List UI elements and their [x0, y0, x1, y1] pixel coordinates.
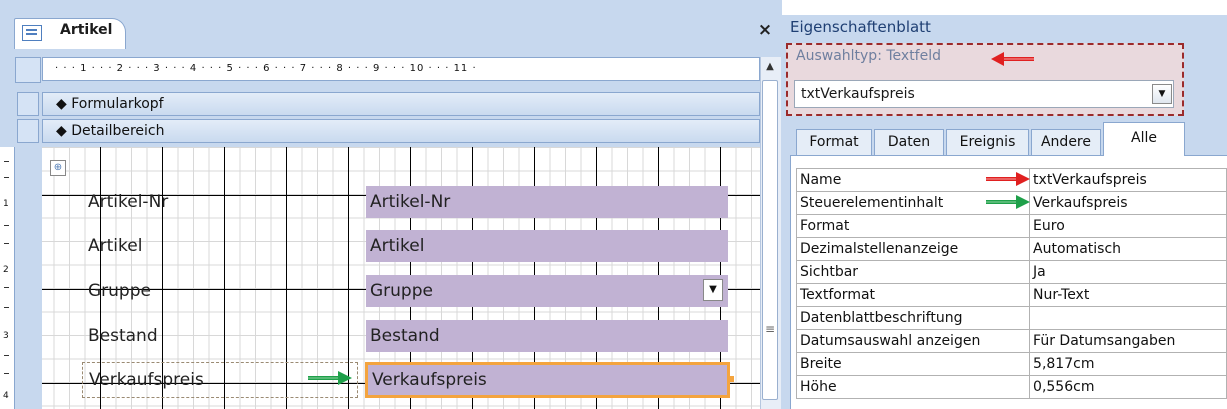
property-value[interactable]: Ja — [1029, 260, 1227, 284]
property-row[interactable]: Textformat Nur-Text — [795, 283, 1227, 307]
section-bar-detailbereich[interactable]: ◆ Detailbereich — [42, 119, 760, 143]
vruler-mark-4: 4 — [3, 391, 9, 401]
vruler-mark-1: 1 — [3, 199, 9, 209]
object-selector-combo[interactable]: txtVerkaufspreis — [794, 80, 1174, 108]
property-value[interactable]: Verkaufspreis — [1029, 191, 1227, 215]
property-value[interactable]: Nur-Text — [1029, 283, 1227, 307]
tab-ereignis[interactable]: Ereignis — [946, 129, 1029, 155]
red-annotation-arrow-icon — [986, 172, 1030, 186]
tab-format[interactable]: Format — [796, 129, 872, 155]
property-row[interactable]: Dezimalstellenanzeige Automatisch — [795, 237, 1227, 261]
form-icon — [22, 25, 42, 41]
scroll-up-arrow-icon[interactable]: ▲ — [760, 57, 780, 77]
selection-type-label: Auswahltyp: Textfeld — [796, 48, 941, 64]
property-value[interactable]: Für Datumsangaben — [1029, 329, 1227, 353]
property-row[interactable]: Breite 5,817cm — [795, 352, 1227, 376]
property-key: Sichtbar — [795, 260, 1031, 284]
property-row[interactable]: Format Euro — [795, 214, 1227, 238]
vruler-mark-2: 2 — [3, 265, 9, 275]
label-artikel[interactable]: Artikel — [88, 230, 142, 262]
section-marker-icon: ◆ — [56, 96, 67, 112]
property-value[interactable]: Automatisch — [1029, 237, 1227, 261]
scrollbar-thumb[interactable] — [762, 80, 778, 400]
property-key: Format — [795, 214, 1031, 238]
property-value[interactable] — [1029, 306, 1227, 330]
textbox-artikel[interactable]: Artikel — [366, 230, 728, 262]
label-artikel-nr[interactable]: Artikel-Nr — [88, 186, 168, 218]
property-row[interactable]: Datenblattbeschriftung — [795, 306, 1227, 330]
tab-daten[interactable]: Daten — [874, 129, 944, 155]
scroll-grip-icon: ≡ — [765, 322, 776, 336]
property-value[interactable]: Euro — [1029, 214, 1227, 238]
green-annotation-arrow-icon — [308, 371, 352, 385]
textbox-artikel-nr[interactable]: Artikel-Nr — [366, 186, 728, 218]
vertical-ruler[interactable]: 1 2 3 4 — [0, 147, 15, 409]
property-sheet-title: Eigenschaftenblatt — [790, 18, 931, 36]
section-selector-detail[interactable] — [17, 119, 39, 143]
move-handle-icon[interactable]: ⊕ — [50, 160, 66, 176]
section-label-header: Formularkopf — [71, 96, 164, 112]
textbox-bestand[interactable]: Bestand — [366, 320, 728, 352]
gruppe-dropdown-arrow-icon[interactable]: ▼ — [703, 279, 723, 301]
close-form-button[interactable]: × — [754, 18, 776, 42]
form-tab-title: Artikel — [60, 22, 113, 38]
property-key: Datumsauswahl anzeigen — [795, 329, 1031, 353]
property-key: Dezimalstellenanzeige — [795, 237, 1031, 261]
property-key: Datenblattbeschriftung — [795, 306, 1031, 330]
form-selector-box[interactable] — [15, 57, 41, 83]
property-row[interactable]: Sichtbar Ja — [795, 260, 1227, 284]
property-value[interactable]: 0,556cm — [1029, 375, 1227, 399]
vruler-mark-3: 3 — [3, 331, 9, 341]
green-annotation-arrow-icon — [986, 195, 1030, 209]
label-bestand[interactable]: Bestand — [88, 320, 158, 352]
property-row[interactable]: Höhe 0,556cm — [795, 375, 1227, 399]
combobox-gruppe[interactable]: Gruppe — [366, 275, 728, 307]
section-bar-formularkopf[interactable]: ◆ Formularkopf — [42, 92, 760, 116]
property-row[interactable]: Datumsauswahl anzeigen Für Datumsangaben — [795, 329, 1227, 353]
property-key: Textformat — [795, 283, 1031, 307]
horizontal-ruler[interactable]: · · · 1 · · · 2 · · · 3 · · · 4 · · · 5 … — [42, 57, 760, 81]
property-key: Höhe — [795, 375, 1031, 399]
tab-andere[interactable]: Andere — [1031, 129, 1101, 155]
red-annotation-arrow-icon — [991, 52, 1034, 66]
property-key: Breite — [795, 352, 1031, 376]
property-value[interactable]: txtVerkaufspreis — [1029, 168, 1227, 192]
object-dropdown-arrow-icon[interactable]: ▼ — [1152, 84, 1172, 104]
resize-handle[interactable] — [728, 376, 734, 382]
section-label-detail: Detailbereich — [71, 123, 165, 139]
property-value[interactable]: 5,817cm — [1029, 352, 1227, 376]
textbox-verkaufspreis-selected[interactable]: Verkaufspreis — [365, 362, 730, 398]
tab-alle-active[interactable]: Alle — [1103, 122, 1185, 156]
label-gruppe[interactable]: Gruppe — [88, 275, 151, 307]
section-marker-icon: ◆ — [56, 123, 67, 139]
section-selector-header[interactable] — [17, 92, 39, 116]
